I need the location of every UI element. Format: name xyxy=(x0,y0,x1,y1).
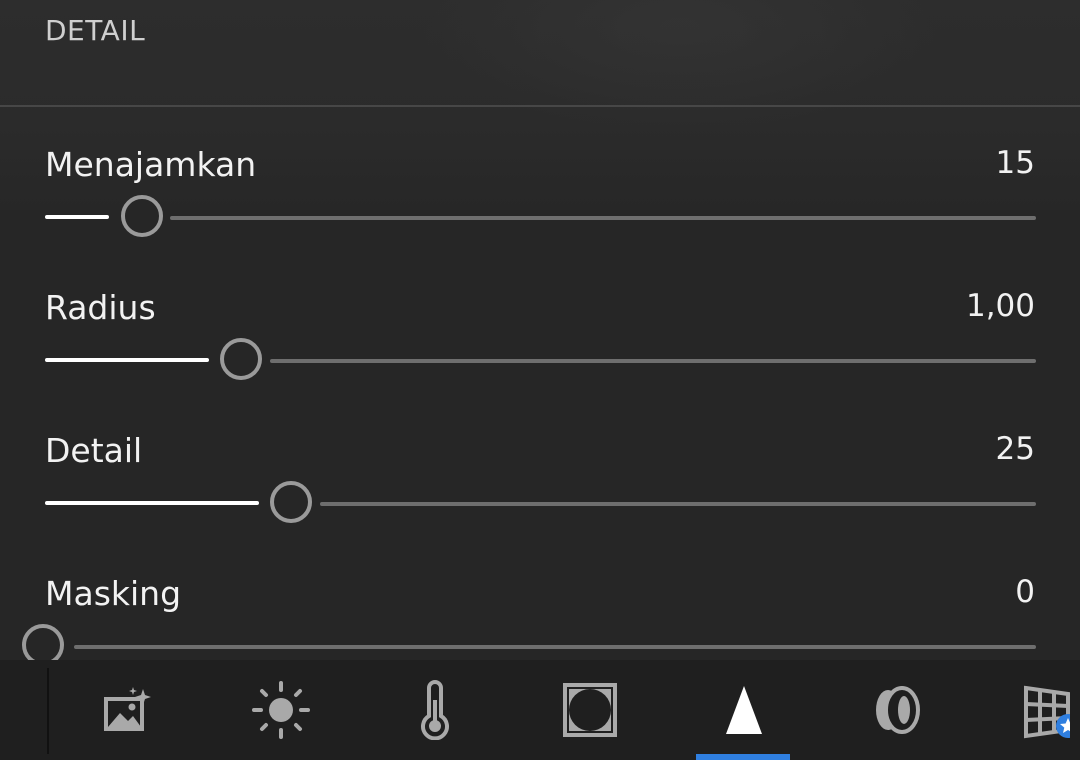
slider-masking-value: 0 xyxy=(1015,574,1035,610)
edit-toolbar xyxy=(0,660,1080,760)
section-divider xyxy=(0,105,1080,107)
sun-light-icon xyxy=(252,681,310,739)
tool-optics[interactable] xyxy=(849,660,945,760)
slider-sharpen-label: Menajamkan xyxy=(45,145,257,184)
tool-light[interactable] xyxy=(233,660,329,760)
slider-sharpen-value: 15 xyxy=(995,145,1035,181)
geometry-grid-premium-icon xyxy=(1010,680,1070,740)
slider-sharpen-thumb[interactable] xyxy=(121,195,163,237)
slider-detail-label: Detail xyxy=(45,431,143,470)
tool-detail[interactable] xyxy=(696,660,792,760)
section-title: DETAIL xyxy=(45,14,146,47)
slider-detail-fill xyxy=(45,501,259,505)
detail-sharpen-icon xyxy=(724,684,764,736)
optics-lens-icon xyxy=(872,685,922,735)
slider-sharpen-fill xyxy=(45,215,109,219)
tool-effects[interactable] xyxy=(542,660,638,760)
slider-radius-value: 1,00 xyxy=(965,288,1035,324)
slider-detail-thumb[interactable] xyxy=(270,481,312,523)
slider-detail: Detail 25 xyxy=(0,431,1080,541)
slider-detail-track[interactable] xyxy=(320,502,1036,506)
slider-radius-thumb[interactable] xyxy=(220,338,262,380)
thermometer-color-icon xyxy=(418,680,452,740)
auto-enhance-image-icon xyxy=(103,687,153,733)
slider-radius-track[interactable] xyxy=(270,359,1036,363)
active-tool-indicator xyxy=(696,754,790,760)
tool-auto-enhance[interactable] xyxy=(80,660,176,760)
toolbar-edge-divider xyxy=(47,668,49,754)
slider-detail-value: 25 xyxy=(995,431,1035,467)
tool-geometry[interactable] xyxy=(1010,660,1080,760)
slider-masking-label: Masking xyxy=(45,574,182,613)
slider-radius-fill xyxy=(45,358,209,362)
slider-sharpen-track[interactable] xyxy=(170,216,1036,220)
slider-sharpen: Menajamkan 15 xyxy=(0,145,1080,255)
tool-color[interactable] xyxy=(387,660,483,760)
slider-masking-track[interactable] xyxy=(74,645,1036,649)
slider-radius-label: Radius xyxy=(45,288,156,327)
slider-radius: Radius 1,00 xyxy=(0,288,1080,398)
vignette-effects-icon xyxy=(563,683,617,737)
